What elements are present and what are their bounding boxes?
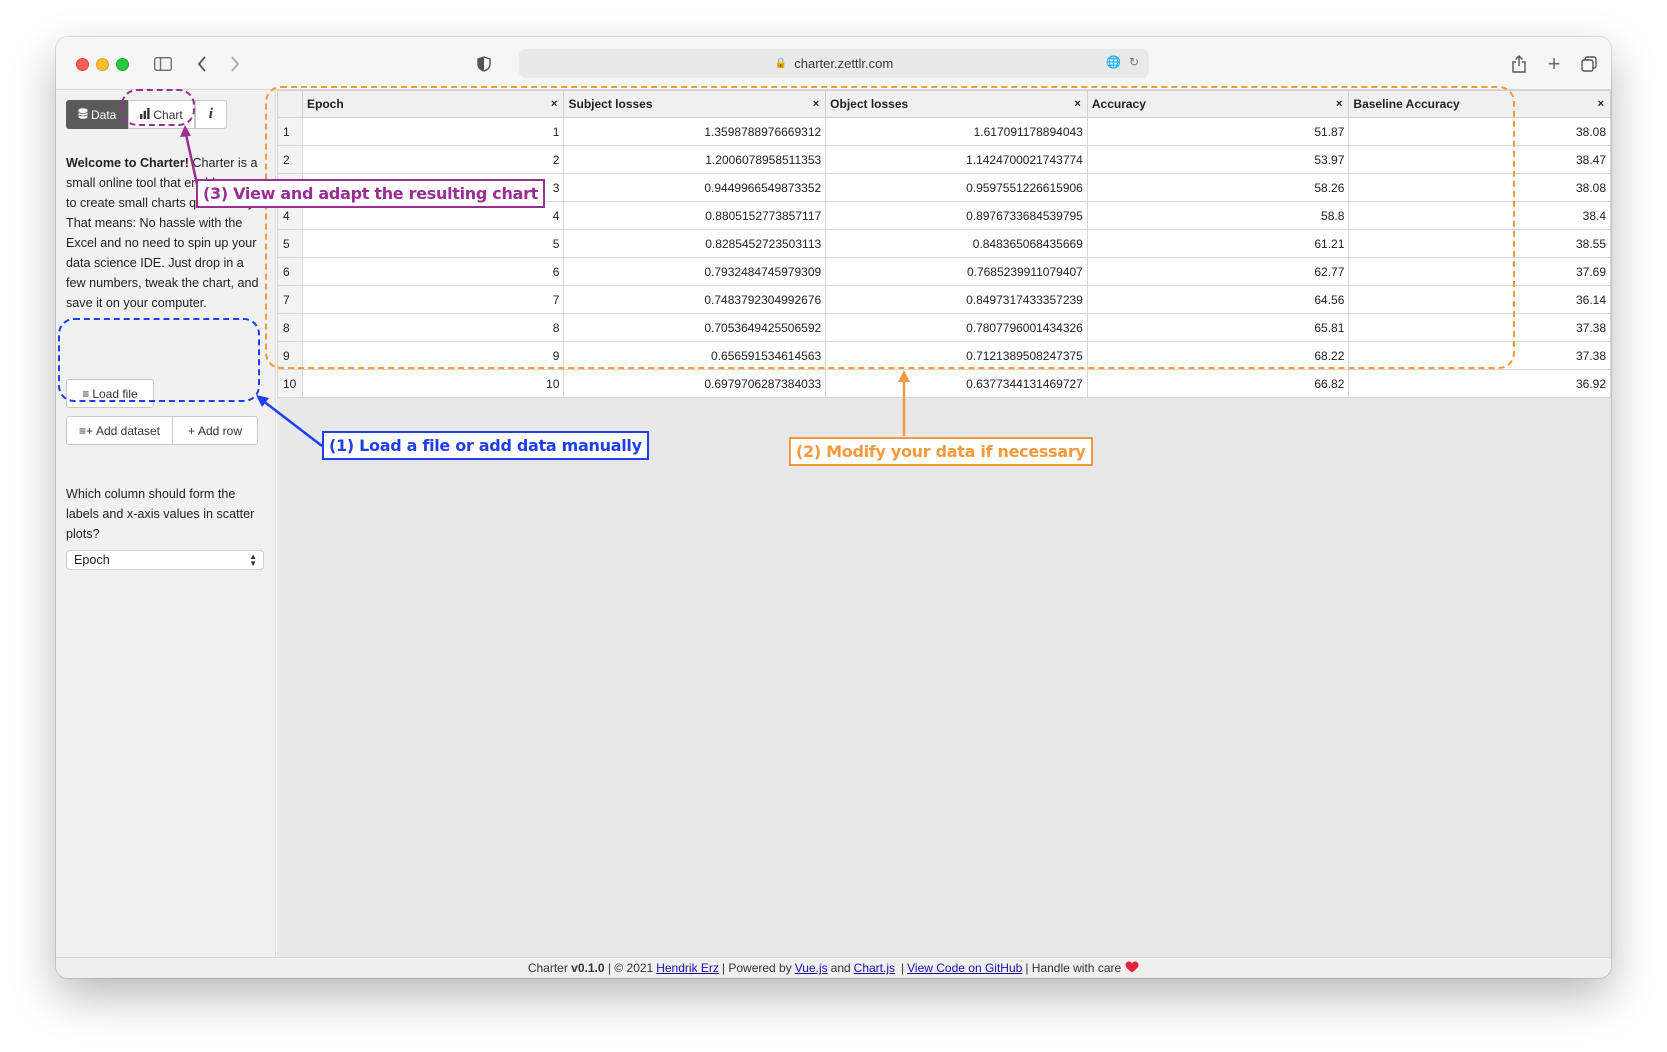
table-cell[interactable]: 0.6377344131469727 — [825, 369, 1088, 398]
table-highlight — [265, 86, 1515, 369]
label-column-question: Which column should form the labels and … — [66, 487, 255, 541]
select-arrows-icon: ▲ ▼ — [249, 552, 257, 568]
add-row-button[interactable]: + Add row — [172, 416, 258, 445]
footer-separator: | — [901, 961, 905, 975]
back-icon[interactable] — [189, 51, 215, 77]
footer-copyright: | © 2021 — [607, 961, 654, 975]
add-dataset-label: Add dataset — [95, 423, 161, 438]
new-tab-icon[interactable]: + — [1541, 51, 1567, 77]
table-row: 10 10 0.6979706287384033 0.6377344131469727… — [277, 369, 1611, 398]
address-bar[interactable]: 🔒 charter.zettlr.com 🌐 ↻ — [519, 49, 1149, 78]
table-cell[interactable]: 66.82 — [1086, 369, 1350, 398]
tab-data-label: Data — [91, 107, 117, 122]
share-icon[interactable] — [1506, 51, 1532, 77]
footer-powered: | Powered by — [721, 961, 792, 975]
author-link[interactable]: Hendrik Erz — [656, 961, 719, 975]
sidebar: Data Chart i Welcome to Charter! Charter… — [56, 90, 276, 957]
reload-icon[interactable]: ↻ — [1129, 55, 1139, 69]
footer-app: Charter — [527, 961, 568, 975]
chartjs-link[interactable]: Chart.js — [854, 961, 895, 975]
annotation-load-file: (1) Load a file or add data manually — [322, 431, 649, 460]
welcome-text: Welcome to Charter! Charter is a small o… — [66, 153, 266, 313]
footer-care: | Handle with care — [1025, 961, 1122, 975]
minimize-window-button[interactable] — [96, 58, 109, 71]
close-window-button[interactable] — [76, 58, 89, 71]
tab-overview-icon[interactable] — [1576, 51, 1602, 77]
chart-tab-highlight — [121, 89, 195, 126]
welcome-title: Welcome to Charter! — [66, 156, 189, 170]
load-area-highlight — [58, 318, 260, 402]
table-cell[interactable]: 0.6979706287384033 — [563, 369, 827, 398]
plus-icon: + — [187, 423, 195, 438]
database-icon — [78, 107, 88, 122]
label-column-select[interactable]: Epoch ▲ ▼ — [66, 550, 264, 570]
table-cell[interactable]: 36.92 — [1348, 369, 1611, 398]
label-column-value: Epoch — [74, 553, 110, 567]
footer-and: and — [830, 961, 851, 975]
github-link[interactable]: View Code on GitHub — [907, 961, 1022, 975]
footer-version: v0.1.0 — [571, 961, 605, 975]
lock-icon: 🔒 — [774, 58, 788, 69]
translate-icon[interactable]: 🌐 — [1106, 55, 1121, 69]
add-row-label: Add row — [197, 423, 243, 438]
tab-data[interactable]: Data — [66, 100, 129, 129]
tab-info[interactable]: i — [194, 100, 227, 129]
add-list-icon: ≡+ — [78, 423, 93, 438]
browser-titlebar: 🔒 charter.zettlr.com 🌐 ↻ + — [56, 37, 1611, 90]
privacy-shield-icon[interactable] — [471, 51, 497, 77]
forward-icon[interactable] — [222, 51, 248, 77]
vue-link[interactable]: Vue.js — [795, 961, 828, 975]
zoom-window-button[interactable] — [116, 58, 129, 71]
row-number: 10 — [277, 369, 303, 398]
url-text: charter.zettlr.com — [794, 56, 894, 71]
annotation-view-chart: (3) View and adapt the resulting chart — [196, 179, 546, 208]
table-cell[interactable]: 10 — [301, 369, 565, 398]
add-dataset-button[interactable]: ≡+ Add dataset — [66, 416, 173, 445]
heart-icon — [1125, 961, 1139, 976]
remove-column-icon[interactable]: × — [1598, 98, 1604, 110]
sidebar-toggle-icon[interactable] — [150, 51, 176, 77]
footer: Charter v0.1.0 | © 2021 Hendrik Erz | Po… — [56, 957, 1611, 978]
info-icon: i — [208, 106, 213, 122]
annotation-modify-data: (2) Modify your data if necessary — [789, 437, 1093, 466]
